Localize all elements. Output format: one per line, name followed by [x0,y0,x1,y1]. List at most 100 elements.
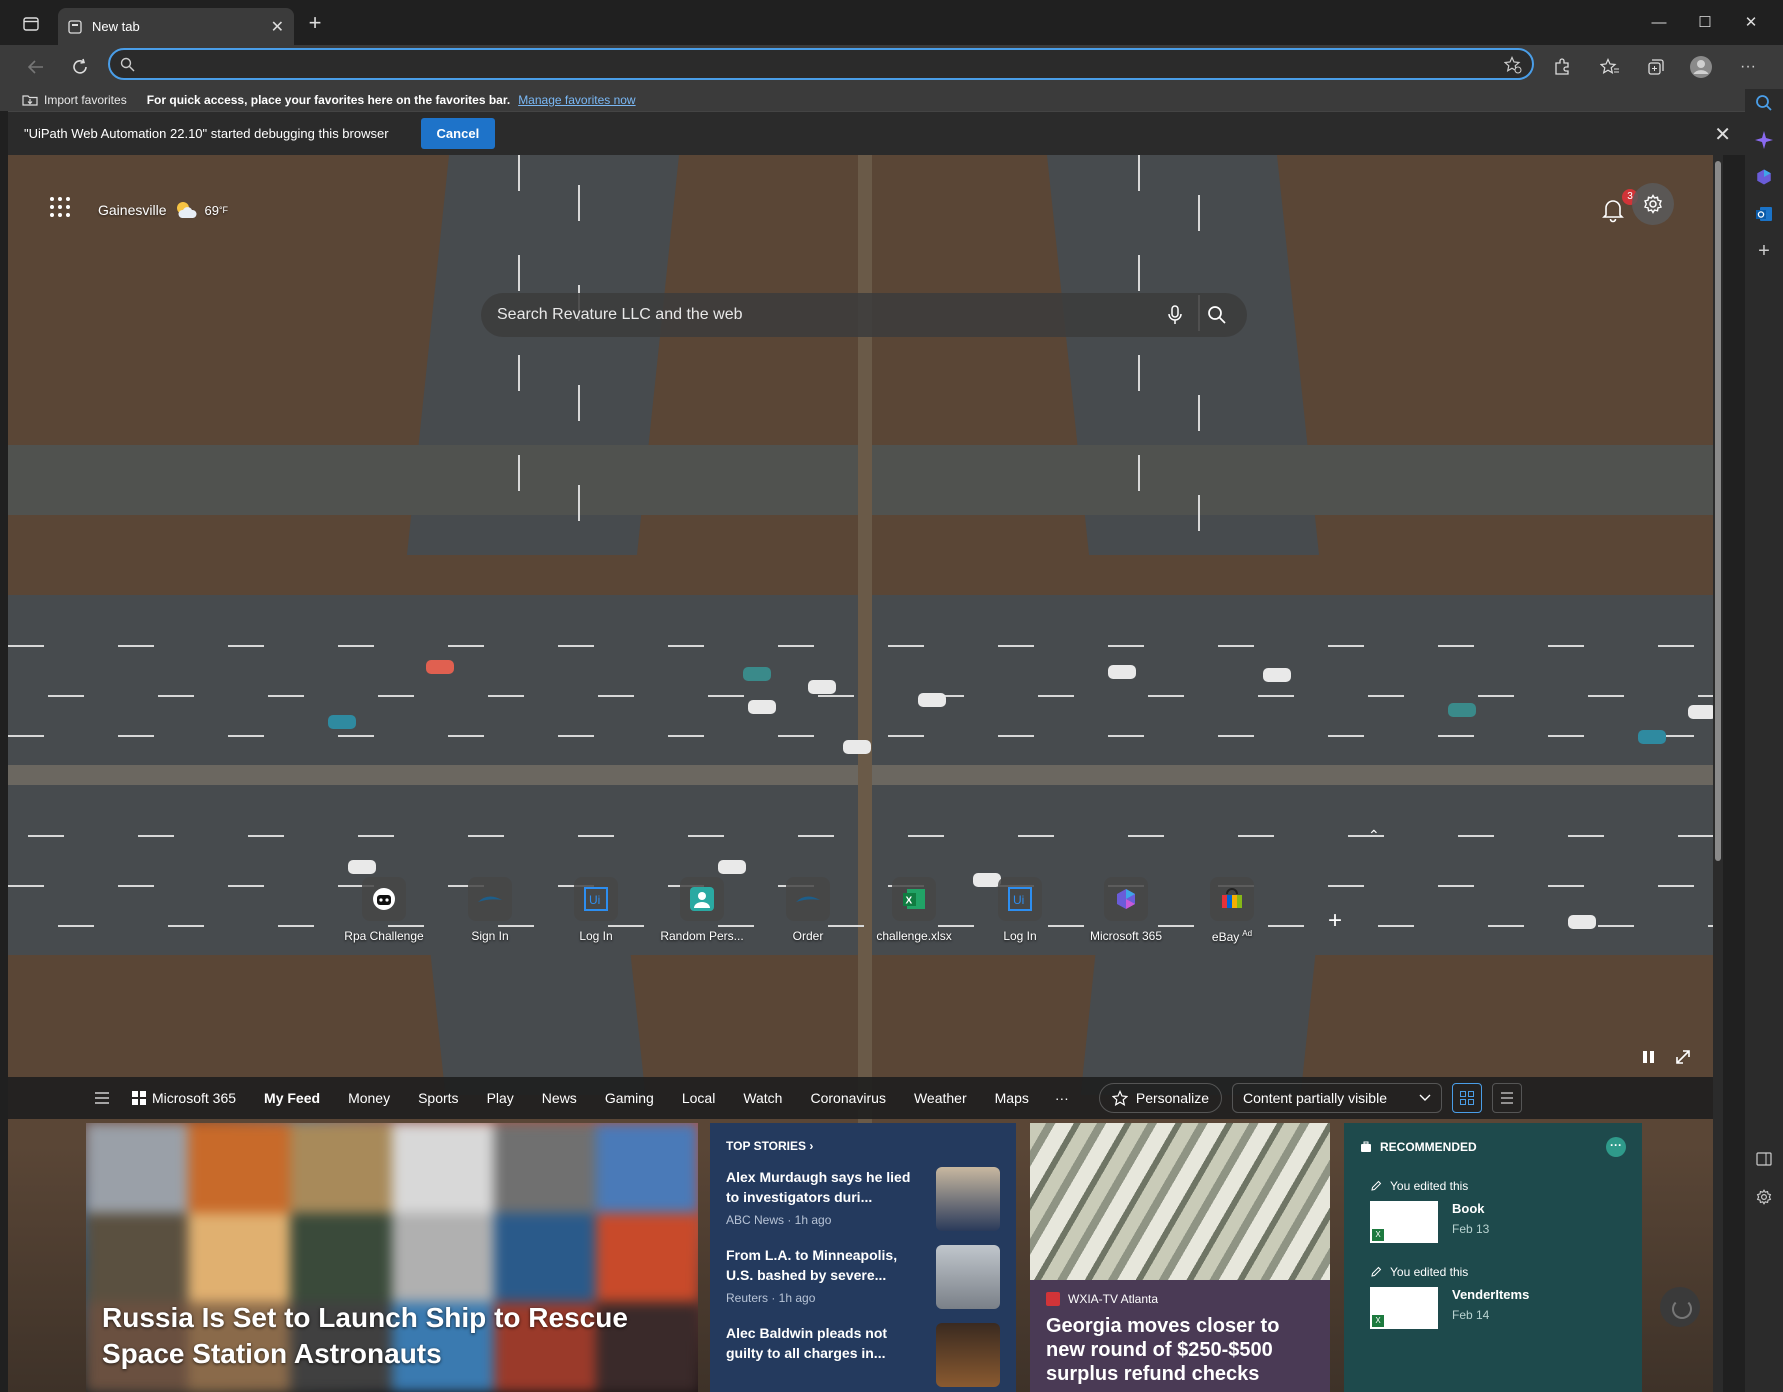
new-tab-button[interactable]: + [302,11,328,37]
personalize-button[interactable]: Personalize [1098,1083,1223,1113]
story-title: From L.A. to Minneapolis, U.S. bashed by… [726,1247,898,1283]
sidebar-add-button[interactable]: + [1752,239,1776,263]
nav-more-button[interactable]: ··· [1055,1090,1069,1106]
close-window-button[interactable]: ✕ [1728,8,1774,36]
sidebar-hide-button[interactable] [1752,1147,1776,1171]
top-stories-header[interactable]: TOP STORIES › [726,1139,1000,1153]
apps-launcher-button[interactable] [50,197,70,217]
nav-news[interactable]: News [528,1090,591,1106]
minimize-button[interactable]: — [1636,8,1682,36]
windows-logo-icon [132,1091,146,1105]
quick-link-sign-in[interactable]: Sign In [440,877,540,943]
page-scrollbar[interactable] [1713,155,1723,1392]
collapse-chevron-icon[interactable]: ⌃ [1368,827,1380,844]
import-favorites-button[interactable]: Import favorites [22,93,127,107]
quick-link-log-in-2[interactable]: Ui Log In [970,877,1070,943]
web-search-input[interactable] [497,306,1147,324]
quick-link-rpa-challenge[interactable]: Rpa Challenge [334,877,434,943]
tab-close-icon[interactable]: ✕ [271,17,284,37]
money-card-headline: Georgia moves closer to new round of $25… [1046,1315,1280,1385]
story-item[interactable]: Alex Murdaugh says he lied to investigat… [726,1167,1000,1231]
favorites-button[interactable] [1594,51,1626,83]
favorites-bar: Import favorites For quick access, place… [0,89,1745,111]
nav-weather[interactable]: Weather [900,1090,981,1106]
tab-new-tab[interactable]: New tab ✕ [58,8,294,45]
recommended-more-button[interactable]: ··· [1606,1137,1626,1157]
newtab-page-icon [68,19,82,34]
infobar-close-icon[interactable]: ✕ [1714,122,1731,147]
sidebar-settings-button[interactable] [1752,1185,1776,1209]
nav-maps[interactable]: Maps [981,1090,1043,1106]
file-date: Feb 13 [1452,1222,1490,1236]
maximize-button[interactable]: ☐ [1682,8,1728,36]
sidebar-m365-button[interactable] [1752,165,1776,189]
weather-widget[interactable]: Gainesville 69 °F [98,199,228,221]
nav-local[interactable]: Local [668,1090,729,1106]
nav-microsoft-365[interactable]: Microsoft 365 [110,1090,250,1106]
story-item[interactable]: From L.A. to Minneapolis, U.S. bashed by… [726,1245,1000,1309]
collections-button[interactable] [1640,51,1672,83]
settings-and-more-button[interactable]: ··· [1732,51,1764,83]
manage-favorites-link[interactable]: Manage favorites now [518,93,635,107]
content-visibility-dropdown[interactable]: Content partially visible [1232,1083,1443,1113]
add-quick-link-button[interactable]: + [1328,907,1342,935]
whale-icon [786,877,830,921]
quick-link-ebay-ad[interactable]: eBay Ad [1182,877,1282,944]
expand-icon[interactable] [1674,1048,1692,1066]
sidebar-outlook-button[interactable] [1752,202,1776,226]
cancel-debugging-button[interactable]: Cancel [420,118,496,149]
voice-search-button[interactable] [1161,301,1189,329]
pause-background-icon[interactable] [1640,1048,1658,1066]
sidebar-discover-button[interactable] [1752,128,1776,152]
story-title: Alex Murdaugh says he lied to investigat… [726,1169,911,1205]
nav-coronavirus[interactable]: Coronavirus [796,1090,899,1106]
pencil-icon [1371,1180,1382,1191]
recommended-item[interactable]: You edited this X Book Feb 13 [1360,1179,1626,1243]
money-card-image [1030,1123,1330,1280]
avatar-icon [1690,56,1712,78]
add-favorite-icon[interactable] [1504,56,1522,74]
refresh-button[interactable] [64,51,96,83]
search-submit-button[interactable] [1203,301,1231,329]
list-view-button[interactable] [1492,1083,1523,1113]
nav-play[interactable]: Play [473,1090,528,1106]
address-input[interactable] [140,54,1480,76]
sidebar-search-button[interactable] [1752,91,1776,115]
hero-news-card[interactable]: Russia Is Set to Launch Ship to Rescue S… [86,1123,698,1392]
nav-my-feed[interactable]: My Feed [250,1090,334,1106]
quick-link-microsoft-365[interactable]: Microsoft 365 [1076,877,1176,943]
hamburger-menu-icon[interactable] [94,1092,110,1104]
uipath-icon: Ui [998,877,1042,921]
recommended-item[interactable]: You edited this X VenderItems Feb 14 [1360,1265,1626,1329]
quick-link-challenge-xlsx[interactable]: X challenge.xlsx [864,877,964,943]
quick-link-label: Order [792,929,824,943]
svg-text:Ui: Ui [1013,893,1024,907]
search-icon [120,57,135,72]
web-search-box[interactable] [481,293,1247,337]
debugging-message: "UiPath Web Automation 22.10" started de… [24,126,389,141]
story-source: ABC News · 1h ago [726,1213,832,1227]
partly-cloudy-icon [177,202,198,218]
grid-view-button[interactable] [1452,1083,1483,1113]
story-item[interactable]: Alec Baldwin pleads not guilty to all ch… [726,1323,1000,1387]
quick-link-order[interactable]: Order [758,877,858,943]
nav-gaming[interactable]: Gaming [591,1090,668,1106]
extensions-button[interactable] [1546,51,1578,83]
profile-button[interactable] [1685,51,1717,83]
quick-link-label: challenge.xlsx [876,929,952,943]
search-icon [1756,95,1772,111]
tab-actions-button[interactable] [18,11,44,37]
nav-money[interactable]: Money [334,1090,404,1106]
weather-location: Gainesville [98,202,167,218]
nav-sports[interactable]: Sports [404,1090,472,1106]
puzzle-icon [1555,58,1569,75]
quick-link-log-in[interactable]: Ui Log In [546,877,646,943]
back-button[interactable] [20,51,52,83]
quick-link-random-person[interactable]: Random Pers... [652,877,752,943]
loading-spinner-icon [1660,1287,1700,1327]
scrollbar-thumb[interactable] [1715,161,1721,861]
nav-watch[interactable]: Watch [729,1090,796,1106]
address-bar[interactable] [108,48,1534,80]
page-settings-button[interactable] [1632,183,1674,225]
money-news-card[interactable]: WXIA-TV Atlanta Georgia moves closer to … [1030,1123,1330,1392]
